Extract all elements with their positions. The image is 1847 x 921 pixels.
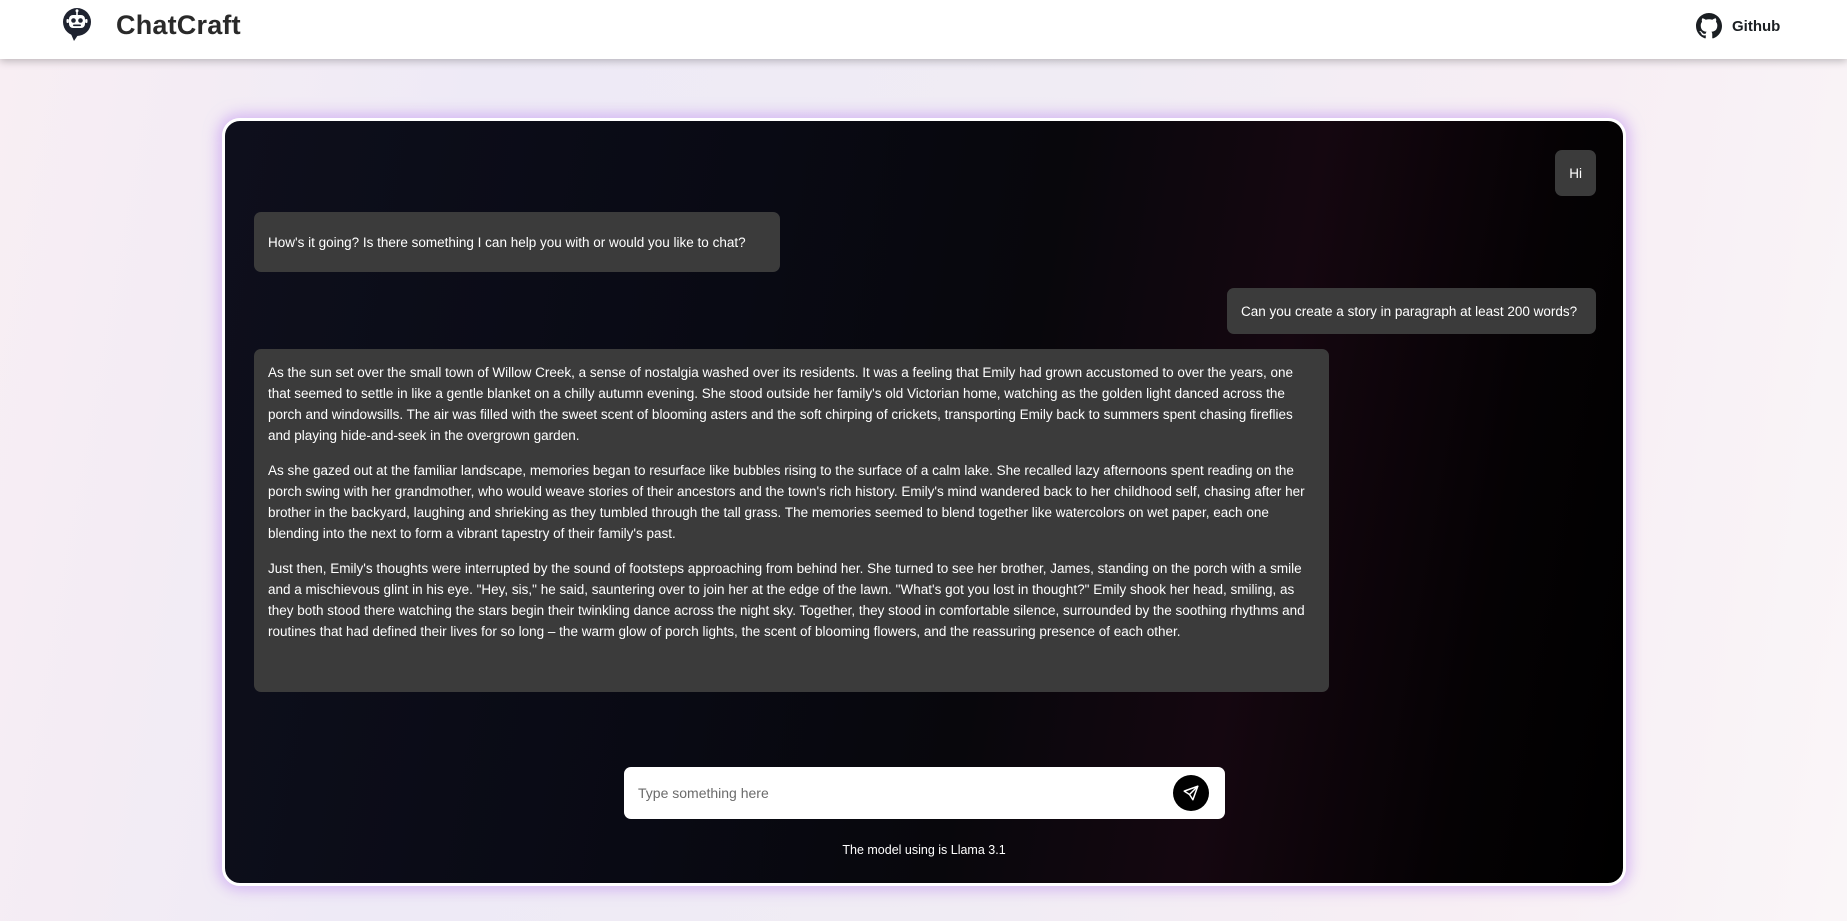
app-header: ChatCraft Github — [0, 0, 1847, 59]
assistant-message: As the sun set over the small town of Wi… — [254, 349, 1329, 692]
message-text: Hi — [1569, 165, 1582, 181]
send-icon — [1182, 784, 1200, 802]
robot-chat-icon[interactable] — [60, 6, 94, 42]
message-paragraph: As she gazed out at the familiar landsca… — [268, 463, 1305, 541]
github-link[interactable]: Github — [1696, 13, 1780, 39]
user-message: Hi — [1555, 150, 1596, 196]
message-composer — [624, 767, 1225, 819]
message-text: How's it going? Is there something I can… — [268, 234, 746, 250]
user-message: Can you create a story in paragraph at l… — [1227, 288, 1596, 334]
chat-panel: Hi How's it going? Is there something I … — [222, 118, 1626, 886]
message-text: Can you create a story in paragraph at l… — [1241, 303, 1578, 319]
github-label: Github — [1732, 17, 1781, 35]
message-input[interactable] — [638, 779, 1158, 807]
model-info: The model using is Llama 3.1 — [842, 843, 1006, 857]
github-icon — [1696, 13, 1722, 39]
send-button[interactable] — [1173, 775, 1209, 811]
message-paragraph: As the sun set over the small town of Wi… — [268, 365, 1294, 443]
brand-title[interactable]: ChatCraft — [116, 10, 241, 41]
message-paragraph: Just then, Emily's thoughts were interru… — [268, 561, 1305, 639]
assistant-message: How's it going? Is there something I can… — [254, 212, 780, 272]
